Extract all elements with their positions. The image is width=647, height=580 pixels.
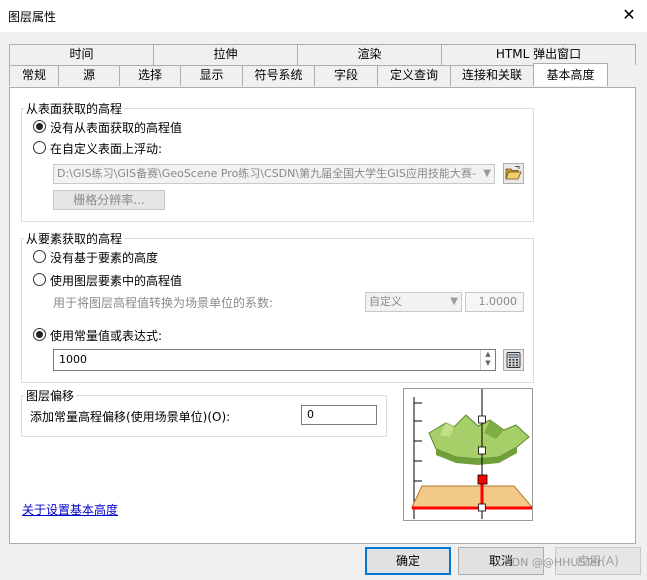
- conversion-factor-input[interactable]: 1.0000: [465, 292, 524, 312]
- no-feature-height-label: 没有基于要素的高度: [50, 251, 159, 265]
- expression-builder-button[interactable]: [503, 349, 524, 371]
- tab-general[interactable]: 常规: [9, 65, 59, 86]
- base-height-preview: [403, 388, 533, 521]
- tab-source[interactable]: 源: [58, 65, 120, 86]
- surface-path-value: D:\GIS练习\GIS备赛\GeoScene Pro练习\CSDN\第九届全国…: [57, 167, 476, 180]
- radio-no-surface-elevation[interactable]: [33, 120, 46, 133]
- tab-row-2: 常规 源 选择 显示 符号系统 字段 定义查询 连接和关联 基本高度: [9, 63, 608, 86]
- open-folder-button[interactable]: [503, 163, 524, 184]
- radio-float-on-surface[interactable]: [33, 141, 46, 154]
- tab-rendering[interactable]: 渲染: [297, 44, 442, 65]
- feature-elevation-legend: 从要素获取的高程: [26, 232, 123, 246]
- layer-elevation-values-label: 使用图层要素中的高程值: [50, 274, 183, 288]
- offset-input[interactable]: 0: [301, 405, 377, 425]
- chevron-down-icon: ▼: [483, 168, 491, 179]
- raster-resolution-button[interactable]: 栅格分辨率...: [53, 190, 165, 210]
- no-surface-elevation-label: 没有从表面获取的高程值: [50, 121, 183, 135]
- open-folder-icon: [505, 166, 522, 180]
- layer-offset-legend: 图层偏移: [26, 389, 75, 403]
- radio-constant-or-expression[interactable]: [33, 328, 46, 341]
- tab-definition-query[interactable]: 定义查询: [377, 65, 451, 86]
- close-icon[interactable]: ✕: [619, 5, 639, 25]
- tab-html-popup[interactable]: HTML 弹出窗口: [441, 44, 636, 65]
- base-heights-panel: 从表面获取的高程 没有从表面获取的高程值 在自定义表面上浮动: D:\GIS练习…: [9, 87, 636, 544]
- csdn-watermark: CSDN @@HHUSTer: [497, 556, 602, 569]
- base-heights-help-link[interactable]: 关于设置基本高度: [22, 501, 118, 518]
- tab-display[interactable]: 显示: [180, 65, 243, 86]
- float-on-surface-label: 在自定义表面上浮动:: [50, 142, 163, 156]
- window-title: 图层属性: [8, 10, 57, 24]
- tab-row-1: 时间 拉伸 渲染 HTML 弹出窗口: [9, 44, 636, 65]
- surface-elevation-legend: 从表面获取的高程: [26, 102, 123, 116]
- conversion-factor-label: 用于将图层高程值转换为场景单位的系数:: [53, 296, 274, 310]
- constant-value: 1000: [59, 353, 87, 366]
- title-bar: 图层属性 ✕: [0, 0, 647, 32]
- calculator-icon: [506, 352, 521, 368]
- base-height-diagram: [411, 389, 532, 519]
- tab-base-heights[interactable]: 基本高度: [533, 63, 608, 86]
- constant-value-input[interactable]: 1000 ▲ ▼: [53, 349, 496, 371]
- unit-combo[interactable]: 自定义 ▼: [365, 292, 462, 312]
- unit-value: 自定义: [369, 295, 402, 308]
- tab-symbology[interactable]: 符号系统: [242, 65, 315, 86]
- ok-button[interactable]: 确定: [365, 547, 451, 575]
- spinner-arrows-icon[interactable]: ▲ ▼: [480, 350, 495, 370]
- surface-path-combo[interactable]: D:\GIS练习\GIS备赛\GeoScene Pro练习\CSDN\第九届全国…: [53, 164, 495, 184]
- constant-or-expression-label: 使用常量值或表达式:: [50, 329, 163, 343]
- chevron-down-icon: ▼: [450, 296, 458, 307]
- radio-no-feature-height[interactable]: [33, 250, 46, 263]
- tab-joins-relates[interactable]: 连接和关联: [450, 65, 534, 86]
- tab-fields[interactable]: 字段: [314, 65, 378, 86]
- tab-extrusion[interactable]: 拉伸: [153, 44, 298, 65]
- radio-layer-elevation-values[interactable]: [33, 273, 46, 286]
- tab-time[interactable]: 时间: [9, 44, 154, 65]
- tab-selection[interactable]: 选择: [119, 65, 181, 86]
- offset-label: 添加常量高程偏移(使用场景单位)(O):: [30, 410, 231, 424]
